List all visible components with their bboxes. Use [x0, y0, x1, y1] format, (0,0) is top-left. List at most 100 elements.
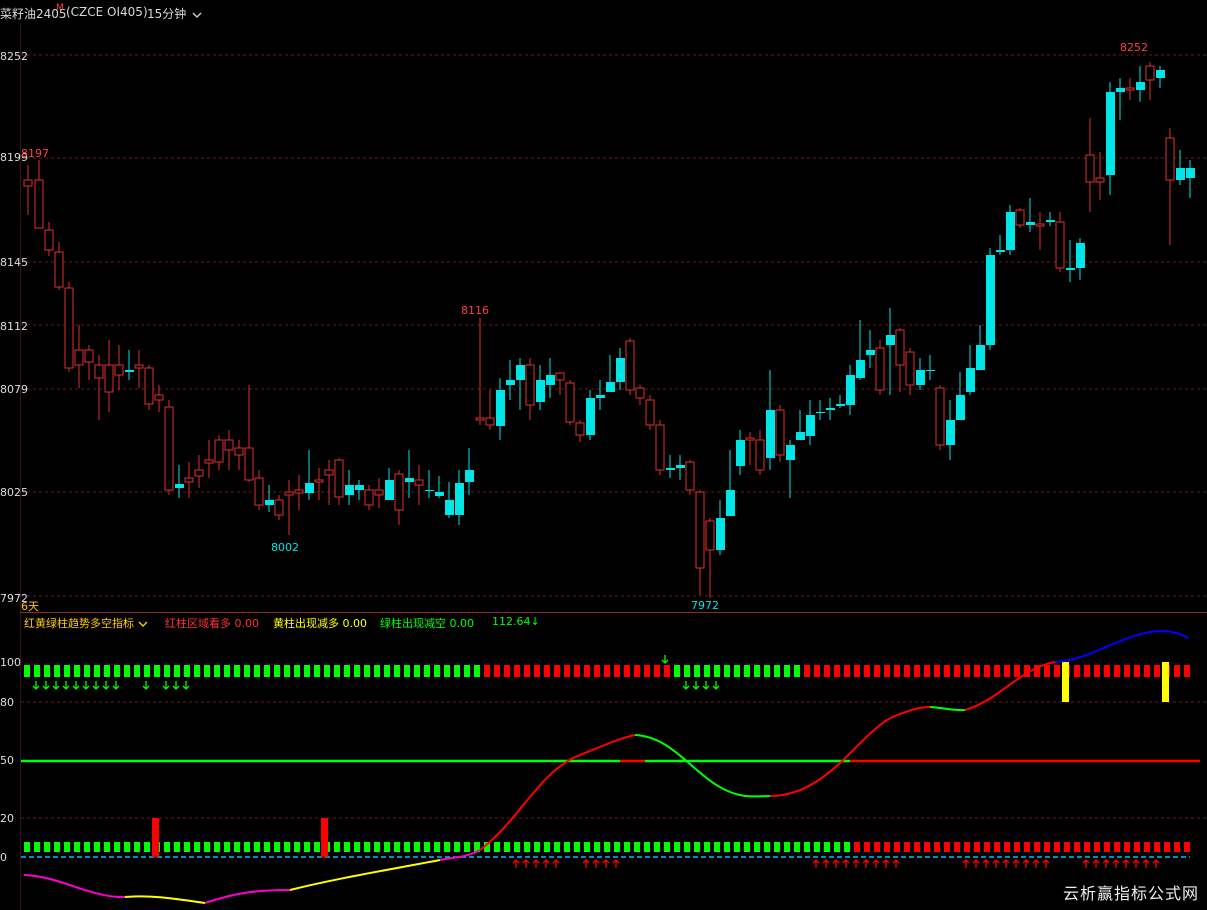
candle-body-up: [114, 364, 124, 376]
high-marker: 8116: [461, 304, 489, 317]
arrow-down-icon: [712, 681, 720, 690]
indicator-block-top: [664, 665, 670, 677]
indicator-block-top: [894, 665, 900, 677]
green-value: 0.00: [449, 617, 475, 630]
candle-body-up: [84, 349, 94, 363]
candle-body-up: [625, 340, 635, 391]
candle-body-up: [23, 179, 33, 187]
indicator-selector[interactable]: 红黄绿柱趋势多空指标: [24, 615, 148, 631]
candle-body-down: [1186, 168, 1195, 178]
indicator-curve: [204, 889, 291, 904]
indicator-block-bottom: [574, 842, 580, 852]
indicator-block-bottom: [964, 842, 970, 852]
candle-body-down: [826, 408, 835, 410]
indicator-block-top: [114, 665, 120, 677]
indicator-block-bottom: [1024, 842, 1030, 852]
indicator-block-top: [1074, 665, 1080, 677]
indicator-block-bottom: [424, 842, 430, 852]
indicator-block-top: [444, 665, 450, 677]
candle-body-down: [976, 345, 985, 370]
indicator-axis-label: 80: [0, 696, 14, 709]
signal-bar-yellow: [1062, 662, 1069, 702]
indicator-block-top: [1114, 665, 1120, 677]
indicator-block-top: [684, 665, 690, 677]
indicator-block-bottom: [624, 842, 630, 852]
candle-body-up: [194, 469, 204, 477]
high-marker: 8197: [21, 147, 49, 160]
candle-body-up: [685, 461, 695, 491]
indicator-block-bottom: [474, 842, 480, 852]
indicator-block-top: [44, 665, 50, 677]
indicator-block-bottom: [874, 842, 880, 852]
indicator-block-top: [1134, 665, 1140, 677]
candle-body-up: [565, 382, 575, 423]
indicator-block-bottom: [1144, 842, 1150, 852]
indicator-block-bottom: [664, 842, 670, 852]
indicator-block-bottom: [1104, 842, 1110, 852]
indicator-block-bottom: [114, 842, 120, 852]
indicator-block-top: [1054, 665, 1060, 677]
indicator-block-bottom: [404, 842, 410, 852]
indicator-block-top: [884, 665, 890, 677]
indicator-block-bottom: [364, 842, 370, 852]
indicator-block-top: [1154, 665, 1160, 677]
arrow-up-icon: [982, 859, 990, 868]
indicator-block-top: [34, 665, 40, 677]
indicator-block-top: [594, 665, 600, 677]
indicator-block-top: [54, 665, 60, 677]
indicator-curve: [964, 661, 1056, 711]
candle-body-up: [164, 406, 174, 491]
indicator-block-top: [354, 665, 360, 677]
indicator-block-bottom: [454, 842, 460, 852]
indicator-block-bottom: [904, 842, 910, 852]
candle-body-down: [385, 480, 394, 500]
indicator-block-bottom: [804, 842, 810, 852]
indicator-block-top: [704, 665, 710, 677]
candle-body-down: [986, 255, 995, 345]
arrow-up-icon: [1032, 859, 1040, 868]
candlestick-chart[interactable]: [0, 0, 1207, 612]
candle-body-down: [125, 370, 134, 372]
indicator-block-bottom: [484, 842, 490, 852]
arrow-down-icon: [182, 681, 190, 690]
indicator-block-top: [1014, 665, 1020, 677]
candle-body-up: [394, 473, 404, 511]
candle-body-up: [104, 364, 114, 393]
candle-body-down: [786, 445, 795, 460]
candle-body-down: [516, 365, 525, 380]
candle-body-down: [966, 368, 975, 392]
arrow-down-icon: [661, 655, 669, 664]
arrow-up-icon: [1082, 859, 1090, 868]
candle-body-up: [294, 489, 304, 494]
arrow-up-icon: [612, 859, 620, 868]
indicator-block-bottom: [824, 842, 830, 852]
indicator-block-top: [994, 665, 1000, 677]
arrow-down-icon: [682, 681, 690, 690]
candle-body-down: [616, 358, 625, 382]
low-marker: 8002: [271, 541, 299, 554]
candle-body-up: [935, 387, 945, 446]
indicator-block-bottom: [444, 842, 450, 852]
indicator-curve: [439, 849, 481, 861]
arrow-up-icon: [512, 859, 520, 868]
indicator-axis-label: 100: [0, 656, 21, 669]
indicator-block-top: [644, 665, 650, 677]
arrow-up-icon: [1112, 859, 1120, 868]
indicator-axis-label: 0: [0, 851, 7, 864]
arrow-down-icon: [92, 681, 100, 690]
indicator-block-bottom: [844, 842, 850, 852]
indicator-block-top: [974, 665, 980, 677]
indicator-block-top: [934, 665, 940, 677]
indicator-block-bottom: [714, 842, 720, 852]
indicator-block-top: [724, 665, 730, 677]
indicator-block-top: [844, 665, 850, 677]
indicator-block-bottom: [634, 842, 640, 852]
indicator-block-top: [714, 665, 720, 677]
candle-body-up: [314, 479, 324, 483]
candle-body-up: [525, 364, 535, 406]
indicator-block-top: [1084, 665, 1090, 677]
indicator-block-top: [394, 665, 400, 677]
indicator-block-top: [904, 665, 910, 677]
indicator-block-bottom: [814, 842, 820, 852]
indicator-block-bottom: [254, 842, 260, 852]
